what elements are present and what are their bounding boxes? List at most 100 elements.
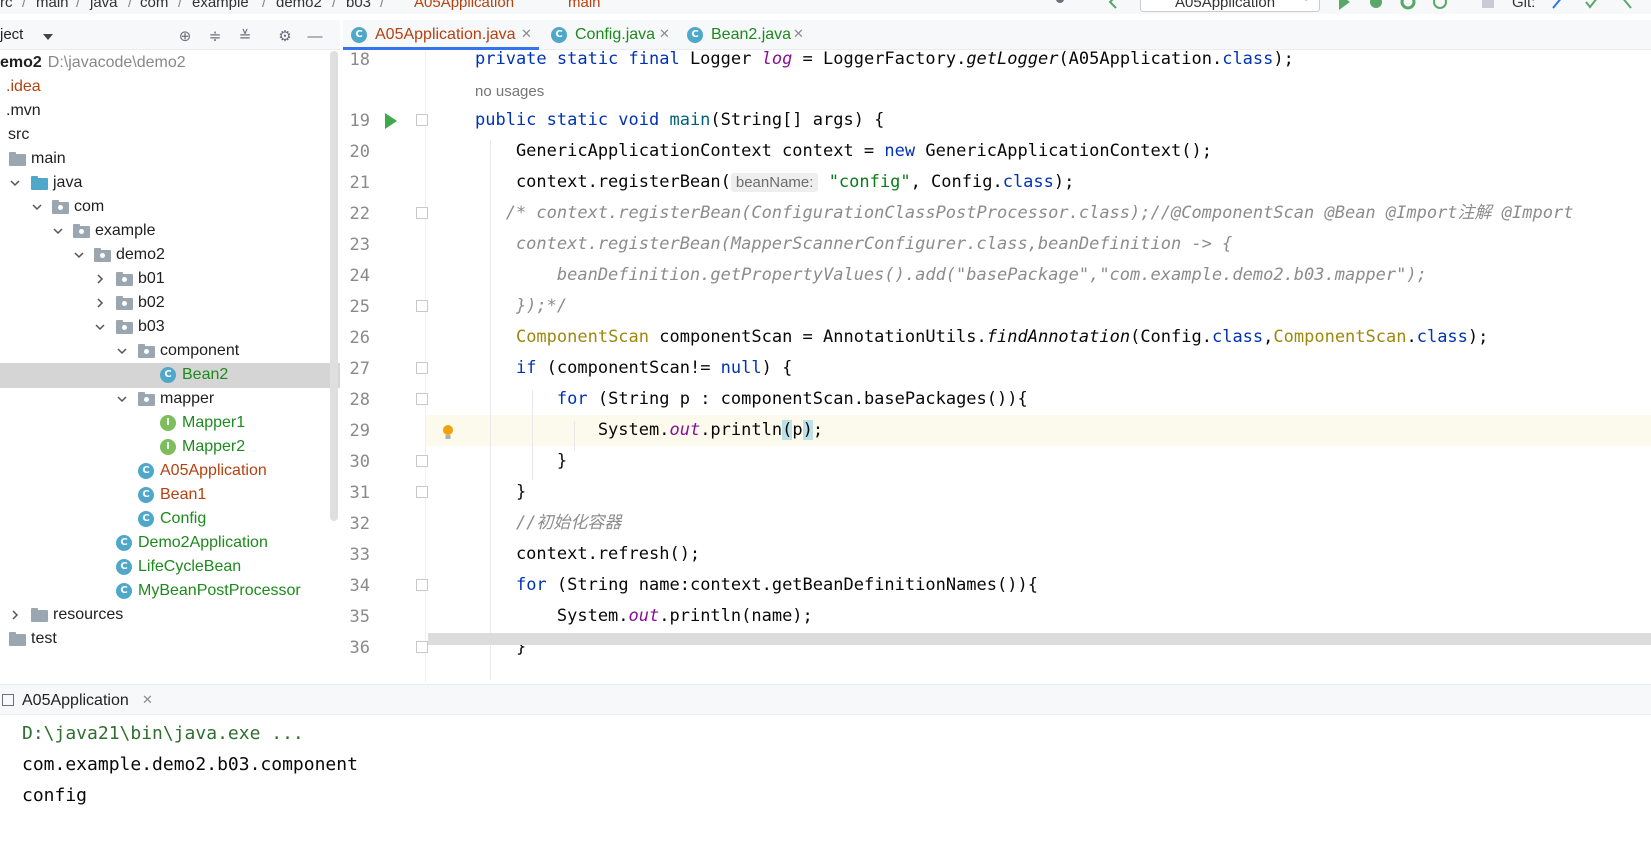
breadcrumb-demo2[interactable]: demo2 — [276, 0, 322, 11]
chevron-right-icon[interactable] — [9, 609, 21, 621]
breadcrumb-a05application[interactable]: A05Application — [414, 0, 514, 11]
tree-item-com[interactable]: com — [0, 195, 340, 220]
fold-marker[interactable] — [416, 207, 428, 219]
code-line-25: });*/ — [475, 296, 568, 316]
code-line-26: ComponentScan componentScan = Annotation… — [515, 327, 1489, 347]
tree-item-mvn[interactable]: .mvn — [0, 99, 340, 124]
console-command-line[interactable]: D:\java21\bin\java.exe ... — [22, 723, 304, 744]
run-gutter-icon[interactable] — [384, 113, 398, 129]
breadcrumb-b03[interactable]: b03 — [346, 0, 371, 11]
breadcrumb-com[interactable]: com — [140, 0, 168, 11]
fold-marker[interactable] — [416, 393, 428, 405]
line-number: 18 — [349, 50, 370, 70]
fold-marker[interactable] — [416, 362, 428, 374]
back-arrow-icon[interactable] — [1106, 0, 1122, 10]
line-number: 36 — [349, 638, 370, 658]
run-configuration-selector[interactable]: A05Application ▼ — [1140, 0, 1320, 12]
breadcrumb-src[interactable]: rc — [0, 0, 13, 11]
fold-marker[interactable] — [416, 486, 428, 498]
profile-icon[interactable] — [1432, 0, 1448, 10]
tree-item-lifecyclebean[interactable]: C LifeCycleBean — [0, 555, 340, 580]
minimize-icon[interactable]: — — [306, 27, 324, 45]
code-line-34: for (String name:context.getBeanDefiniti… — [515, 575, 1038, 595]
tab-run-a05application[interactable]: A05Application ✕ — [0, 685, 160, 715]
git-commit-icon[interactable] — [1584, 0, 1600, 10]
tree-item-project-root[interactable]: emo2 D:\javacode\demo2 — [0, 51, 340, 76]
fold-marker[interactable] — [416, 641, 428, 653]
chevron-down-icon[interactable] — [73, 249, 85, 261]
tree-item-mapper[interactable]: mapper — [0, 387, 340, 412]
run-tab-bar: A05Application ✕ — [0, 685, 1651, 715]
tree-item-main[interactable]: main — [0, 147, 340, 172]
tree-item-label: Bean1 — [160, 486, 207, 503]
stop-icon[interactable] — [1480, 0, 1496, 10]
close-icon[interactable]: ✕ — [521, 26, 532, 42]
source-folder-icon — [31, 176, 48, 190]
tab-a05application-java[interactable]: C A05Application.java ✕ — [343, 20, 539, 50]
tree-item-mapper1[interactable]: I Mapper1 — [0, 411, 340, 436]
collapse-all-icon[interactable]: ≚ — [236, 27, 254, 45]
chevron-right-icon[interactable] — [94, 273, 106, 285]
tree-item-component[interactable]: component — [0, 339, 340, 364]
tree-item-b03[interactable]: b03 — [0, 315, 340, 340]
breadcrumb-main[interactable]: main — [36, 0, 69, 11]
chevron-right-icon[interactable] — [94, 297, 106, 309]
usages-hint[interactable]: no usages — [475, 76, 544, 107]
fold-marker[interactable] — [416, 579, 428, 591]
chevron-down-icon[interactable] — [116, 393, 128, 405]
tree-item-resources[interactable]: resources — [0, 603, 340, 628]
code-line-19: public static void main(String[] args) { — [475, 110, 885, 130]
git-update-icon[interactable] — [1550, 0, 1566, 10]
tab-bean2-java[interactable]: C Bean2.java ✕ — [679, 20, 811, 50]
project-tree: emo2 D:\javacode\demo2 .idea .mvn src mai… — [0, 51, 340, 682]
project-view-title[interactable]: ject — [0, 26, 23, 43]
tree-scrollbar[interactable] — [330, 51, 338, 521]
close-icon[interactable]: ✕ — [793, 26, 804, 42]
tree-item-b01[interactable]: b01 — [0, 267, 340, 292]
parameter-hint: beanName: — [730, 173, 819, 192]
debug-icon[interactable] — [1368, 0, 1384, 10]
interface-icon: I — [160, 439, 176, 455]
tree-item-demo2application[interactable]: C Demo2Application — [0, 531, 340, 556]
tree-item-idea[interactable]: .idea — [0, 75, 340, 100]
class-icon: C — [687, 27, 703, 43]
tree-item-bean2[interactable]: C Bean2 — [0, 363, 340, 388]
tab-config-java[interactable]: C Config.java ✕ — [543, 20, 675, 50]
chevron-down-icon[interactable] — [42, 33, 54, 41]
fold-marker[interactable] — [416, 300, 428, 312]
tree-item-label: b03 — [138, 318, 165, 335]
fold-marker[interactable] — [416, 455, 428, 467]
tree-item-mybeanpostprocessor[interactable]: C MyBeanPostProcessor — [0, 579, 340, 604]
tree-item-src[interactable]: src — [0, 123, 340, 148]
breadcrumb-main-method[interactable]: main — [568, 0, 601, 11]
git-push-icon[interactable] — [1618, 0, 1634, 10]
close-icon[interactable]: ✕ — [142, 692, 153, 708]
close-icon[interactable]: ✕ — [659, 26, 670, 42]
fold-marker[interactable] — [416, 114, 428, 126]
tree-item-a05application[interactable]: C A05Application — [0, 459, 340, 484]
chevron-down-icon[interactable] — [9, 177, 21, 189]
expand-all-icon[interactable]: ≑ — [206, 27, 224, 45]
coverage-icon[interactable] — [1400, 0, 1416, 10]
code-editor[interactable]: 18 19 20 21 22 23 24 25 26 27 28 29 30 3… — [340, 50, 1651, 682]
chevron-down-icon[interactable] — [31, 201, 43, 213]
gear-icon[interactable]: ⚙ — [276, 27, 294, 45]
chevron-down-icon[interactable] — [52, 225, 64, 237]
tree-item-mapper2[interactable]: I Mapper2 — [0, 435, 340, 460]
run-icon[interactable] — [1336, 0, 1352, 10]
tree-item-bean1[interactable]: C Bean1 — [0, 483, 340, 508]
chevron-down-icon[interactable] — [116, 345, 128, 357]
locate-icon[interactable]: ⊕ — [176, 27, 194, 45]
tree-item-config[interactable]: C Config — [0, 507, 340, 532]
editor-horizontal-scrollbar[interactable] — [428, 633, 1651, 645]
tree-item-java[interactable]: java — [0, 171, 340, 196]
user-icon[interactable] — [1052, 0, 1068, 10]
breadcrumb-java[interactable]: java — [90, 0, 118, 11]
tree-item-demo2[interactable]: demo2 — [0, 243, 340, 268]
breadcrumb-example[interactable]: example — [192, 0, 249, 11]
tree-item-test[interactable]: test — [0, 627, 340, 652]
tree-item-example[interactable]: example — [0, 219, 340, 244]
chevron-down-icon[interactable] — [94, 321, 106, 333]
tree-item-b02[interactable]: b02 — [0, 291, 340, 316]
lightbulb-icon[interactable] — [442, 424, 454, 440]
